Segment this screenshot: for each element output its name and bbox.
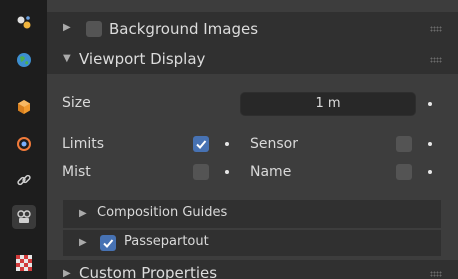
custom-properties-label: Custom Properties — [79, 264, 218, 279]
sensor-checkbox[interactable] — [396, 136, 412, 152]
tab-object[interactable] — [12, 95, 36, 119]
checkmark-icon — [196, 140, 207, 149]
name-checkbox[interactable] — [396, 164, 412, 180]
name-label: Name — [250, 164, 292, 180]
drag-handle-icon[interactable] — [430, 271, 442, 277]
object-icon — [18, 100, 30, 114]
chevron-right-icon: ▶ — [79, 208, 87, 219]
viewport-display-panel-header[interactable]: ▼ Viewport Display — [47, 46, 458, 74]
camera-data-icon — [17, 210, 31, 223]
mist-label: Mist — [62, 164, 91, 180]
name-keyframe-dot[interactable] — [428, 170, 432, 174]
mist-checkbox[interactable] — [193, 164, 209, 180]
background-images-panel-header[interactable]: ▶ Background Images — [47, 12, 458, 46]
checkmark-icon — [103, 239, 114, 248]
scene-icon — [17, 16, 31, 29]
passepartout-subpanel-header[interactable]: ▶ Passepartout — [63, 230, 441, 256]
size-keyframe-dot[interactable] — [428, 102, 432, 106]
composition-guides-label: Composition Guides — [97, 205, 228, 220]
viewport-display-label: Viewport Display — [79, 50, 206, 68]
chevron-down-icon: ▼ — [63, 53, 71, 64]
properties-tab-strip — [0, 0, 47, 279]
composition-guides-subpanel-header[interactable]: ▶ Composition Guides — [63, 200, 441, 228]
sensor-keyframe-dot[interactable] — [428, 142, 432, 146]
passepartout-label: Passepartout — [124, 234, 209, 249]
chevron-right-icon: ▶ — [63, 268, 71, 279]
tab-world[interactable] — [12, 48, 36, 72]
background-images-checkbox[interactable] — [86, 21, 102, 37]
custom-properties-panel-header[interactable]: ▶ Custom Properties — [47, 260, 458, 279]
limits-keyframe-dot[interactable] — [225, 142, 229, 146]
size-field[interactable]: 1 m — [240, 92, 416, 116]
tab-camera-data[interactable] — [12, 205, 36, 229]
mist-keyframe-dot[interactable] — [225, 170, 229, 174]
size-label: Size — [62, 95, 91, 111]
chevron-right-icon: ▶ — [79, 237, 87, 248]
physics-icon — [17, 137, 31, 151]
world-icon — [17, 53, 31, 67]
texture-icon — [16, 255, 32, 271]
tab-physics[interactable] — [12, 132, 36, 156]
chevron-right-icon: ▶ — [63, 22, 71, 33]
drag-handle-icon[interactable] — [430, 26, 442, 32]
properties-content: ▶ Background Images ▼ Viewport Display S… — [47, 0, 458, 279]
sensor-label: Sensor — [250, 136, 298, 152]
limits-label: Limits — [62, 136, 104, 152]
tab-scene[interactable] — [12, 10, 36, 34]
background-images-label: Background Images — [109, 20, 259, 38]
passepartout-checkbox[interactable] — [100, 235, 116, 251]
tab-constraints[interactable] — [12, 168, 36, 192]
drag-handle-icon[interactable] — [430, 57, 442, 63]
tab-texture[interactable] — [12, 251, 36, 275]
constraints-icon — [17, 174, 31, 186]
properties-editor: ▶ Background Images ▼ Viewport Display S… — [0, 0, 458, 279]
limits-checkbox[interactable] — [193, 136, 209, 152]
